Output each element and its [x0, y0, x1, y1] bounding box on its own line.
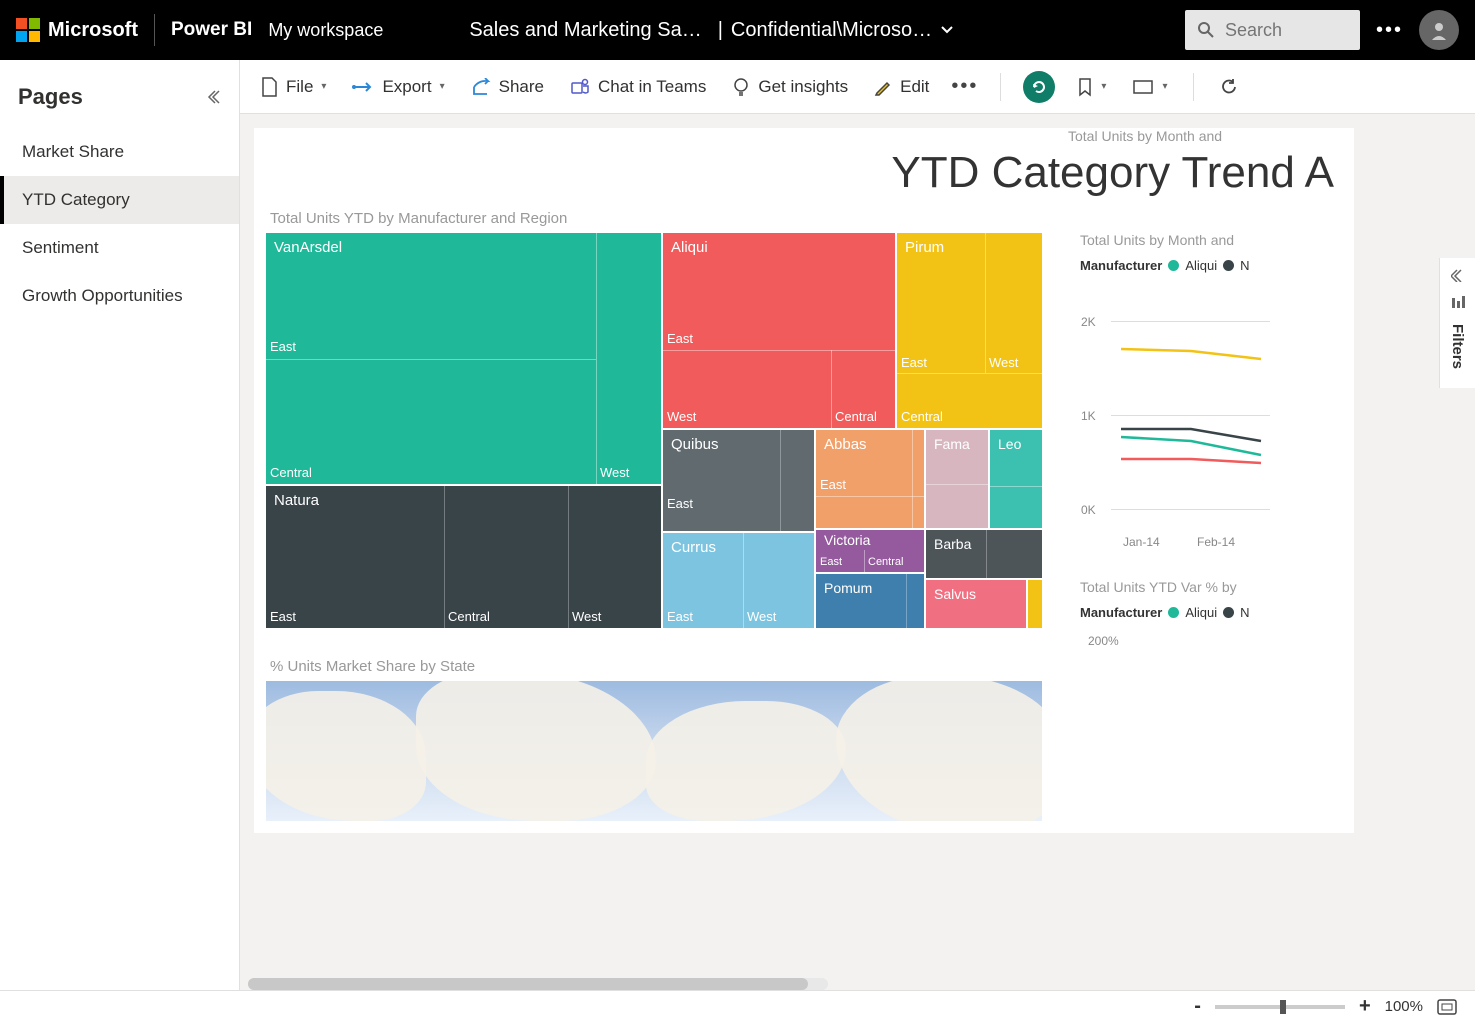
brand-text: Microsoft [48, 19, 138, 42]
search-box[interactable] [1185, 10, 1360, 50]
filters-label: Filters [1449, 324, 1466, 369]
insights-button[interactable]: Get insights [728, 71, 852, 103]
zoom-value: 100% [1385, 998, 1423, 1015]
report-canvas: YTD Category Trend A Total Units YTD by … [254, 128, 1354, 833]
horizontal-scrollbar[interactable] [248, 978, 828, 990]
treemap-visual[interactable]: VanArsdel East Central West Natura [266, 233, 1042, 628]
share-button[interactable]: Share [467, 71, 548, 103]
workspace-breadcrumb[interactable]: My workspace [268, 20, 383, 41]
expand-filters-icon[interactable] [1451, 268, 1465, 282]
ms-logo-icon [16, 18, 40, 42]
filters-pane-collapsed[interactable]: Filters [1439, 258, 1475, 388]
reset-button[interactable] [1023, 71, 1055, 103]
legend-dot-other [1223, 260, 1234, 271]
search-icon [1197, 21, 1215, 39]
fit-to-page-icon[interactable] [1437, 999, 1457, 1015]
toolbar-more-icon[interactable]: ••• [951, 75, 978, 98]
app-header: Microsoft Power BI My workspace Sales an… [0, 0, 1475, 60]
microsoft-logo: Microsoft [16, 18, 138, 42]
legend-dot-aliqui [1168, 260, 1179, 271]
line-chart-title: Total Units by Month and [1080, 232, 1300, 248]
export-menu[interactable]: Export ▾ [348, 71, 448, 103]
status-bar: - + 100% [0, 990, 1475, 1022]
page-item-market-share[interactable]: Market Share [0, 128, 239, 176]
legend-label: Manufacturer [1080, 258, 1162, 273]
report-title[interactable]: Sales and Marketing Sa… [469, 19, 701, 42]
bar-y-tick: 200% [1080, 626, 1300, 648]
line-chart-title: Total Units by Month and [1068, 128, 1268, 144]
pages-title: Pages [18, 84, 83, 110]
page-item-ytd-category[interactable]: YTD Category [0, 176, 239, 224]
legend-dot-aliqui [1168, 607, 1179, 618]
zoom-in-button[interactable]: + [1359, 995, 1371, 1018]
page-item-growth[interactable]: Growth Opportunities [0, 272, 239, 320]
view-menu[interactable]: ▾ [1128, 73, 1171, 101]
pages-panel: Pages Market Share YTD Category Sentimen… [0, 60, 240, 990]
header-divider [154, 14, 155, 46]
collapse-pages-icon[interactable] [205, 89, 221, 105]
page-item-sentiment[interactable]: Sentiment [0, 224, 239, 272]
chevron-down-icon: ▾ [1162, 81, 1167, 92]
report-toolbar: File ▾ Export ▾ Share Chat in Teams Get … [240, 60, 1475, 114]
chevron-down-icon: ▾ [1101, 81, 1106, 92]
edit-button[interactable]: Edit [870, 71, 933, 103]
product-name[interactable]: Power BI [171, 19, 252, 41]
chevron-down-icon[interactable] [940, 23, 954, 37]
legend-label: Manufacturer [1080, 605, 1162, 620]
zoom-slider[interactable] [1215, 1005, 1345, 1009]
confidentiality-label[interactable]: Confidential\Microso… [731, 19, 932, 42]
teams-button[interactable]: Chat in Teams [566, 71, 710, 103]
refresh-button[interactable] [1216, 72, 1242, 102]
line-chart-visual[interactable]: 2K 1K 0K Jan-14 [1080, 279, 1270, 549]
chevron-down-icon: ▾ [440, 81, 445, 92]
zoom-out-button[interactable]: - [1194, 995, 1201, 1018]
filters-icon [1451, 296, 1465, 310]
file-menu[interactable]: File ▾ [256, 71, 330, 103]
map-visual[interactable] [266, 681, 1042, 821]
report-canvas-container: YTD Category Trend A Total Units YTD by … [240, 114, 1475, 990]
search-input[interactable] [1225, 20, 1348, 41]
dashboard-title: YTD Category Trend A [266, 148, 1342, 198]
chevron-down-icon: ▾ [321, 81, 326, 92]
legend-dot-other [1223, 607, 1234, 618]
title-separator: | [718, 19, 723, 42]
bookmark-menu[interactable]: ▾ [1073, 71, 1110, 103]
more-options-icon[interactable]: ••• [1376, 19, 1403, 42]
treemap-title: Total Units YTD by Manufacturer and Regi… [266, 198, 1342, 233]
bar-chart-title: Total Units YTD Var % by [1080, 579, 1300, 595]
user-avatar[interactable] [1419, 10, 1459, 50]
